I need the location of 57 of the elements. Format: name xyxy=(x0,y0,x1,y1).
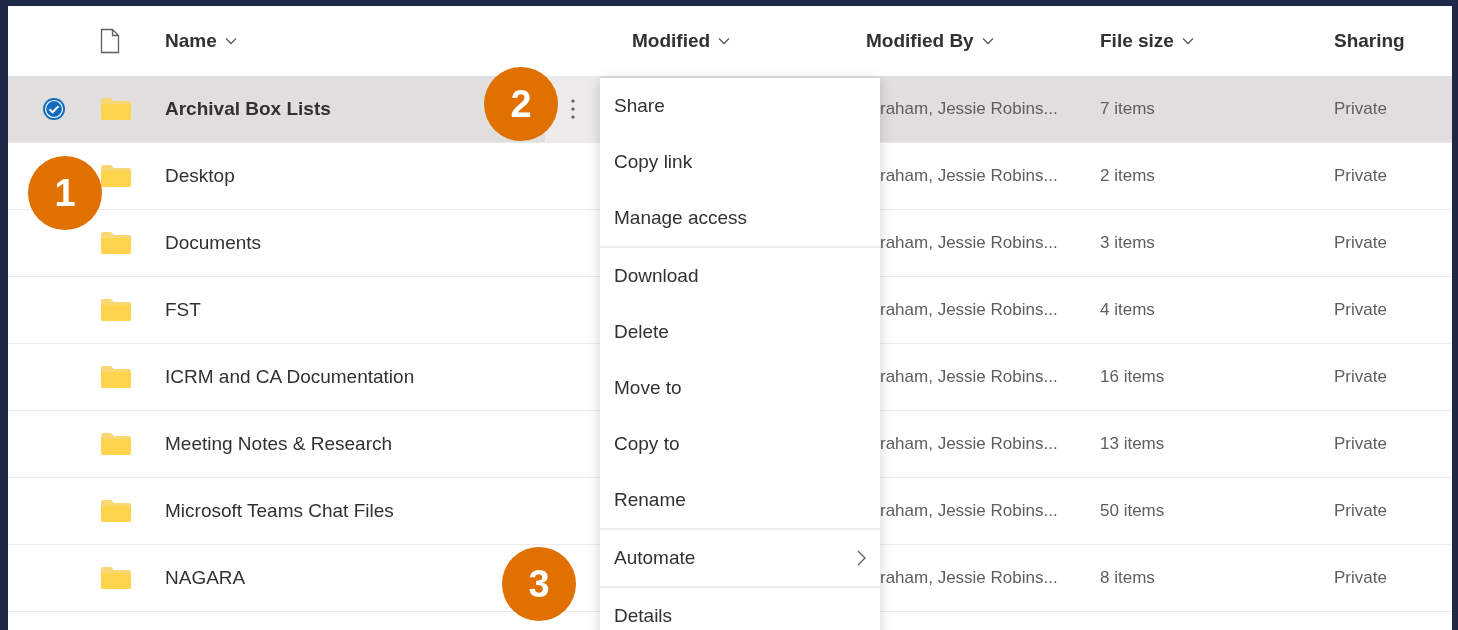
table-cell-text: 13 items xyxy=(1100,434,1166,454)
folder-icon xyxy=(100,432,132,456)
table-cell-text: raham, Jessie Robins... xyxy=(879,99,1059,119)
folder-icon xyxy=(100,298,132,322)
table-cell-text: 7 items xyxy=(1100,99,1156,119)
table-cell-text: Private xyxy=(1334,568,1388,588)
menu-item[interactable]: Manage access xyxy=(600,190,880,246)
menu-item[interactable]: Automate xyxy=(600,530,880,586)
table-cell-text: raham, Jessie Robins... xyxy=(879,434,1059,454)
column-header[interactable]: Name xyxy=(165,30,632,52)
table-cell-text: Private xyxy=(1334,367,1388,387)
menu-item[interactable]: Share xyxy=(600,78,880,134)
menu-item[interactable]: Copy link xyxy=(600,134,880,190)
table-cell-text: raham, Jessie Robins... xyxy=(879,568,1059,588)
table-cell-text: 16 items xyxy=(1100,367,1166,387)
column-header[interactable]: File size xyxy=(1100,30,1334,52)
folder-icon xyxy=(100,365,132,389)
table-cell-text: raham, Jessie Robins... xyxy=(879,300,1059,320)
checkmark-icon[interactable] xyxy=(42,97,66,121)
file-icon xyxy=(100,28,120,54)
chevron-down-icon xyxy=(718,37,731,45)
chevron-down-icon xyxy=(224,37,237,45)
column-header[interactable]: Modified By xyxy=(866,30,1100,52)
table-cell-text: Private xyxy=(1334,99,1388,119)
table-cell-text: 8 items xyxy=(1100,568,1156,588)
table-cell-text: raham, Jessie Robins... xyxy=(879,166,1059,186)
table-cell-text: 50 items xyxy=(1100,501,1166,521)
table-cell-text: raham, Jessie Robins... xyxy=(879,233,1059,253)
table-cell-text: Private xyxy=(1334,166,1388,186)
menu-item[interactable]: Delete xyxy=(600,304,880,360)
table-cell-text: raham, Jessie Robins... xyxy=(879,367,1059,387)
chevron-right-icon xyxy=(857,550,866,566)
callout-badge: 3 xyxy=(502,547,576,621)
folder-icon xyxy=(100,566,132,590)
menu-item[interactable]: Move to xyxy=(600,360,880,416)
column-header[interactable]: Modified xyxy=(632,30,866,52)
table-cell-text: Private xyxy=(1334,233,1388,253)
column-header[interactable]: Sharing xyxy=(1334,30,1452,52)
table-cell-text: 3 items xyxy=(1100,233,1156,253)
folder-icon xyxy=(100,499,132,523)
table-cell-text: Private xyxy=(1334,434,1388,454)
folder-icon xyxy=(100,164,132,188)
table-cell-text: Private xyxy=(1334,300,1388,320)
table-cell-text: raham, Jessie Robins... xyxy=(879,501,1059,521)
folder-icon xyxy=(100,231,132,255)
table-cell-text: 4 items xyxy=(1100,300,1156,320)
chevron-down-icon xyxy=(1181,37,1194,45)
chevron-down-icon xyxy=(981,37,994,45)
menu-item[interactable]: Rename xyxy=(600,472,880,528)
folder-icon xyxy=(100,97,132,121)
table-cell-text: 2 items xyxy=(1100,166,1156,186)
menu-item[interactable]: Download xyxy=(600,248,880,304)
menu-item[interactable]: Details xyxy=(600,588,880,630)
callout-badge: 1 xyxy=(28,156,102,230)
table-cell-text: Private xyxy=(1334,501,1388,521)
menu-item[interactable]: Copy to xyxy=(600,416,880,472)
more-icon xyxy=(570,98,575,120)
